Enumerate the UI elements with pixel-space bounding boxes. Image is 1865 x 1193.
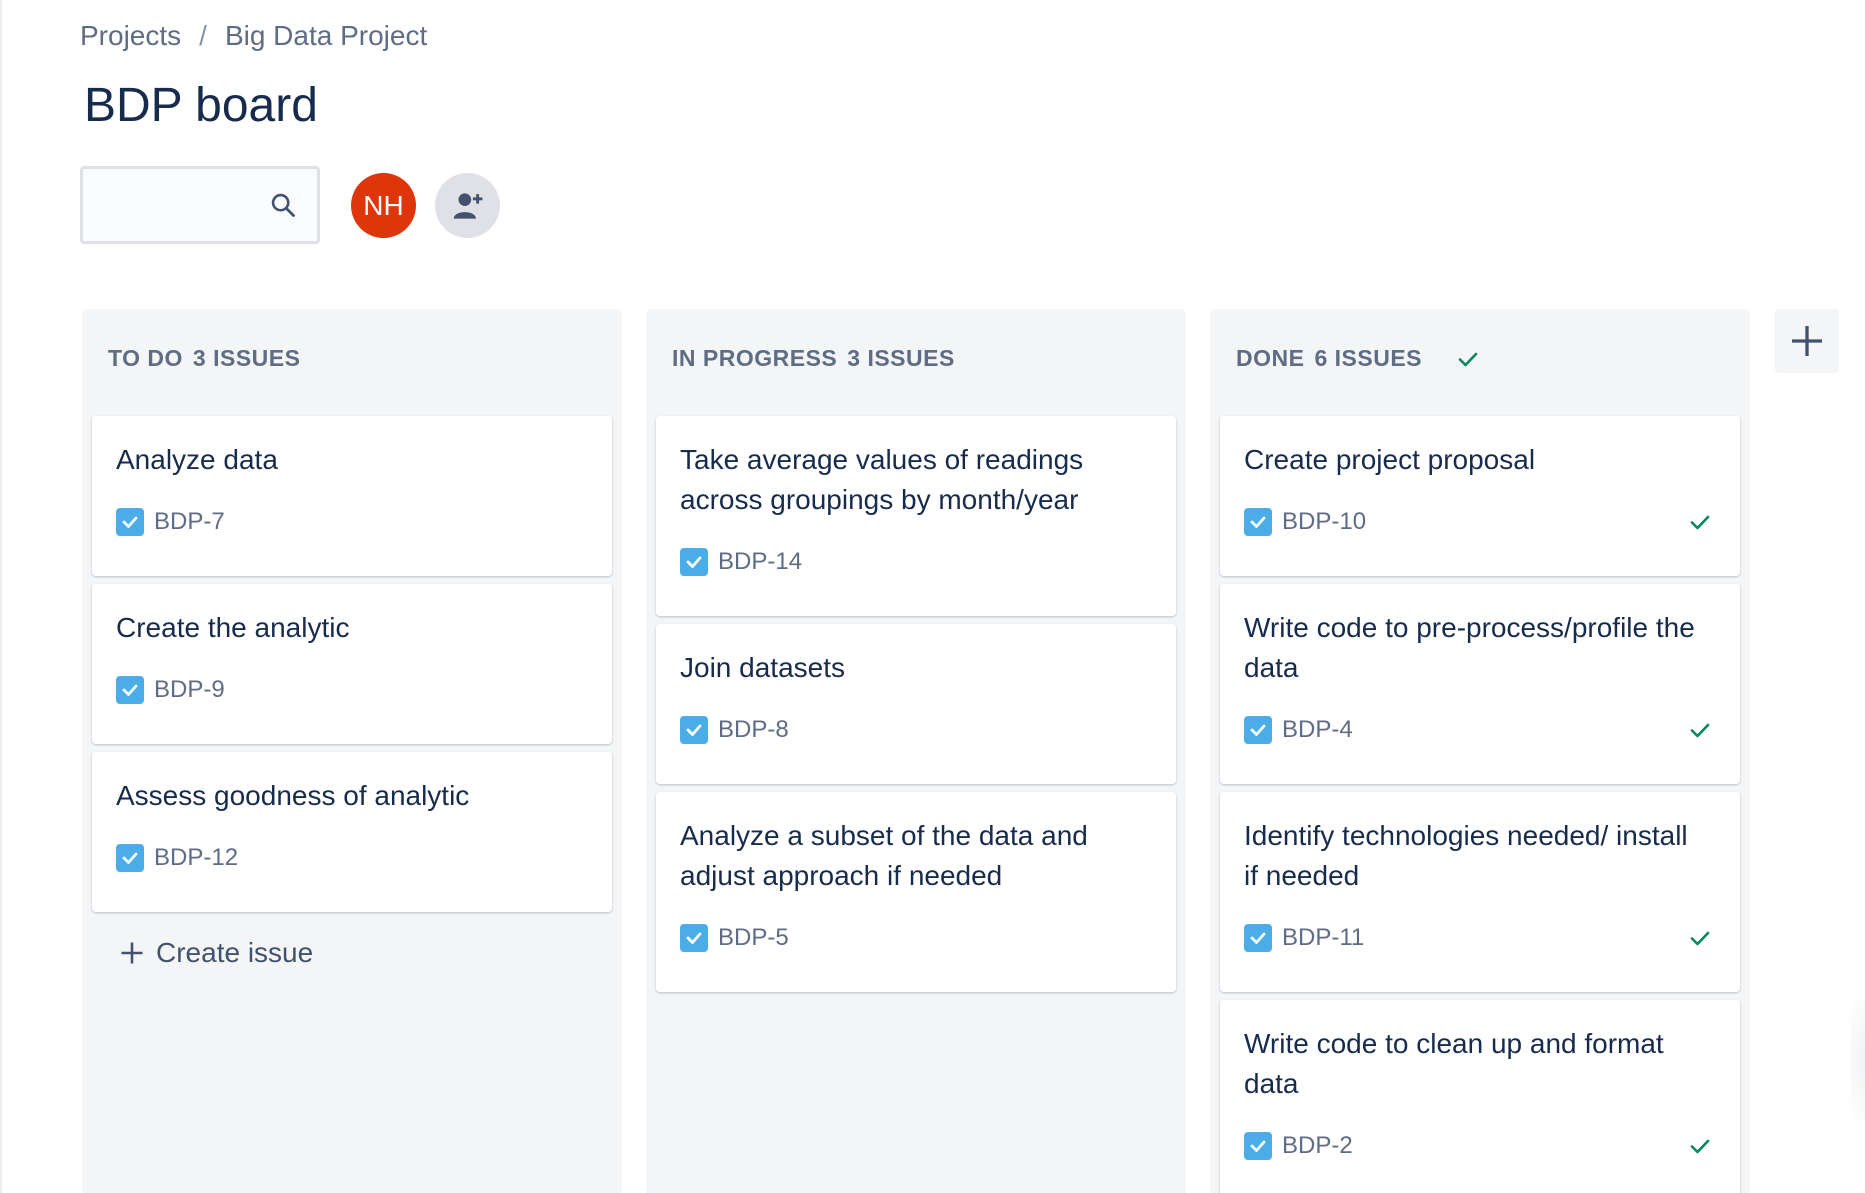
issue-key-label: BDP-12	[154, 844, 239, 871]
issue-key-label: BDP-5	[718, 924, 789, 951]
task-type-icon	[1244, 924, 1272, 952]
task-type-icon	[116, 676, 144, 704]
task-type-icon	[116, 508, 144, 536]
done-check-icon	[1690, 515, 1710, 530]
issue-key: BDP-2	[1244, 1132, 1353, 1160]
issue-title: Analyze data	[116, 444, 278, 475]
issue-title: Identify technologies needed/ install if…	[1244, 820, 1688, 891]
breadcrumb: Projects / Big Data Project	[80, 20, 427, 52]
issue-key: BDP-14	[680, 548, 802, 576]
column-count: 6 ISSUES	[1314, 345, 1422, 371]
column-header: TO DO 3 ISSUES	[108, 345, 300, 372]
column-count: 3 ISSUES	[192, 345, 301, 371]
issue-title: Create project proposal	[1244, 444, 1536, 475]
breadcrumb-projects-link[interactable]: Projects	[80, 20, 181, 52]
issue-key: BDP-12	[116, 844, 238, 872]
scroll-shadow	[1850, 1000, 1865, 1120]
issue-key: BDP-10	[1244, 508, 1366, 536]
done-check-icon	[1690, 723, 1710, 738]
create-issue-label: Create issue	[156, 937, 314, 968]
issue-key-label: BDP-14	[718, 548, 803, 575]
column-name: TO DO	[108, 345, 183, 371]
search-input[interactable]	[93, 169, 273, 241]
issue-key-label: BDP-7	[154, 508, 225, 535]
issue-card[interactable]: Take average values of readings across g…	[656, 416, 1176, 616]
issue-card[interactable]: Join datasets BDP-8	[656, 624, 1176, 784]
issue-card[interactable]: Write code to pre-process/profile the da…	[1220, 584, 1740, 784]
task-type-icon	[1244, 508, 1272, 536]
issue-title: Join datasets	[680, 652, 845, 683]
add-person-icon	[453, 192, 482, 219]
task-type-icon	[680, 716, 708, 744]
issue-card[interactable]: Create project proposal BDP-10	[1220, 416, 1740, 576]
task-type-icon	[680, 924, 708, 952]
board-page: Projects / Big Data Project BDP board NH…	[0, 0, 1865, 1193]
issue-title: Create the analytic	[116, 612, 350, 643]
issue-key: BDP-4	[1244, 716, 1353, 744]
issue-title: Analyze a subset of the data and adjust …	[680, 820, 1088, 891]
add-people-button[interactable]	[435, 173, 500, 238]
column-todo: TO DO 3 ISSUES Analyze data BDP-7 Create…	[82, 309, 622, 1193]
issue-key-label: BDP-11	[1282, 924, 1365, 951]
breadcrumb-separator: /	[199, 20, 207, 51]
issue-key-label: BDP-8	[718, 716, 789, 743]
board-search[interactable]	[80, 166, 320, 244]
issue-card[interactable]: Create the analytic BDP-9	[92, 584, 612, 744]
page-title: BDP board	[84, 79, 318, 132]
column-name: DONE	[1236, 345, 1305, 371]
column-name: IN PROGRESS	[672, 345, 838, 371]
search-icon	[271, 193, 295, 217]
avatar[interactable]: NH	[351, 173, 416, 238]
issue-key: BDP-9	[116, 676, 225, 704]
issue-key: BDP-7	[116, 508, 225, 536]
add-column-button[interactable]	[1775, 309, 1839, 373]
issue-card[interactable]: Write code to clean up and format data B…	[1220, 1000, 1740, 1193]
task-type-icon	[1244, 716, 1272, 744]
issue-key-label: BDP-4	[1282, 716, 1353, 743]
issue-card[interactable]: Assess goodness of analytic BDP-12	[92, 752, 612, 912]
done-column-check-icon	[1458, 352, 1478, 366]
plus-icon	[1792, 326, 1822, 356]
issue-title: Take average values of readings across g…	[680, 444, 1084, 515]
plus-icon	[121, 942, 143, 964]
task-type-icon	[680, 548, 708, 576]
issue-key: BDP-5	[680, 924, 789, 952]
done-check-icon	[1690, 1139, 1710, 1154]
issue-key-label: BDP-10	[1282, 508, 1367, 535]
issue-title: Assess goodness of analytic	[116, 780, 470, 811]
issue-card[interactable]: Identify technologies needed/ install if…	[1220, 792, 1740, 992]
column-in-progress: IN PROGRESS 3 ISSUES Take average values…	[646, 309, 1186, 1193]
column-count: 3 ISSUES	[847, 345, 955, 371]
task-type-icon	[116, 844, 144, 872]
breadcrumb-project-link[interactable]: Big Data Project	[225, 20, 427, 52]
issue-title: Write code to pre-process/profile the da…	[1244, 612, 1695, 683]
task-type-icon	[1244, 1132, 1272, 1160]
issue-key-label: BDP-2	[1282, 1132, 1353, 1159]
issue-key: BDP-8	[680, 716, 789, 744]
column-header: IN PROGRESS 3 ISSUES	[672, 345, 955, 372]
create-issue-button[interactable]: Create issue	[118, 937, 313, 969]
column-header: DONE 6 ISSUES	[1236, 345, 1480, 372]
issue-key-label: BDP-9	[154, 676, 225, 703]
issue-card[interactable]: Analyze data BDP-7	[92, 416, 612, 576]
issue-key: BDP-11	[1244, 924, 1364, 952]
done-check-icon	[1690, 931, 1710, 946]
column-done: DONE 6 ISSUES Create project proposal BD…	[1210, 309, 1750, 1193]
issue-title: Write code to clean up and format data	[1244, 1028, 1664, 1099]
issue-card[interactable]: Analyze a subset of the data and adjust …	[656, 792, 1176, 992]
